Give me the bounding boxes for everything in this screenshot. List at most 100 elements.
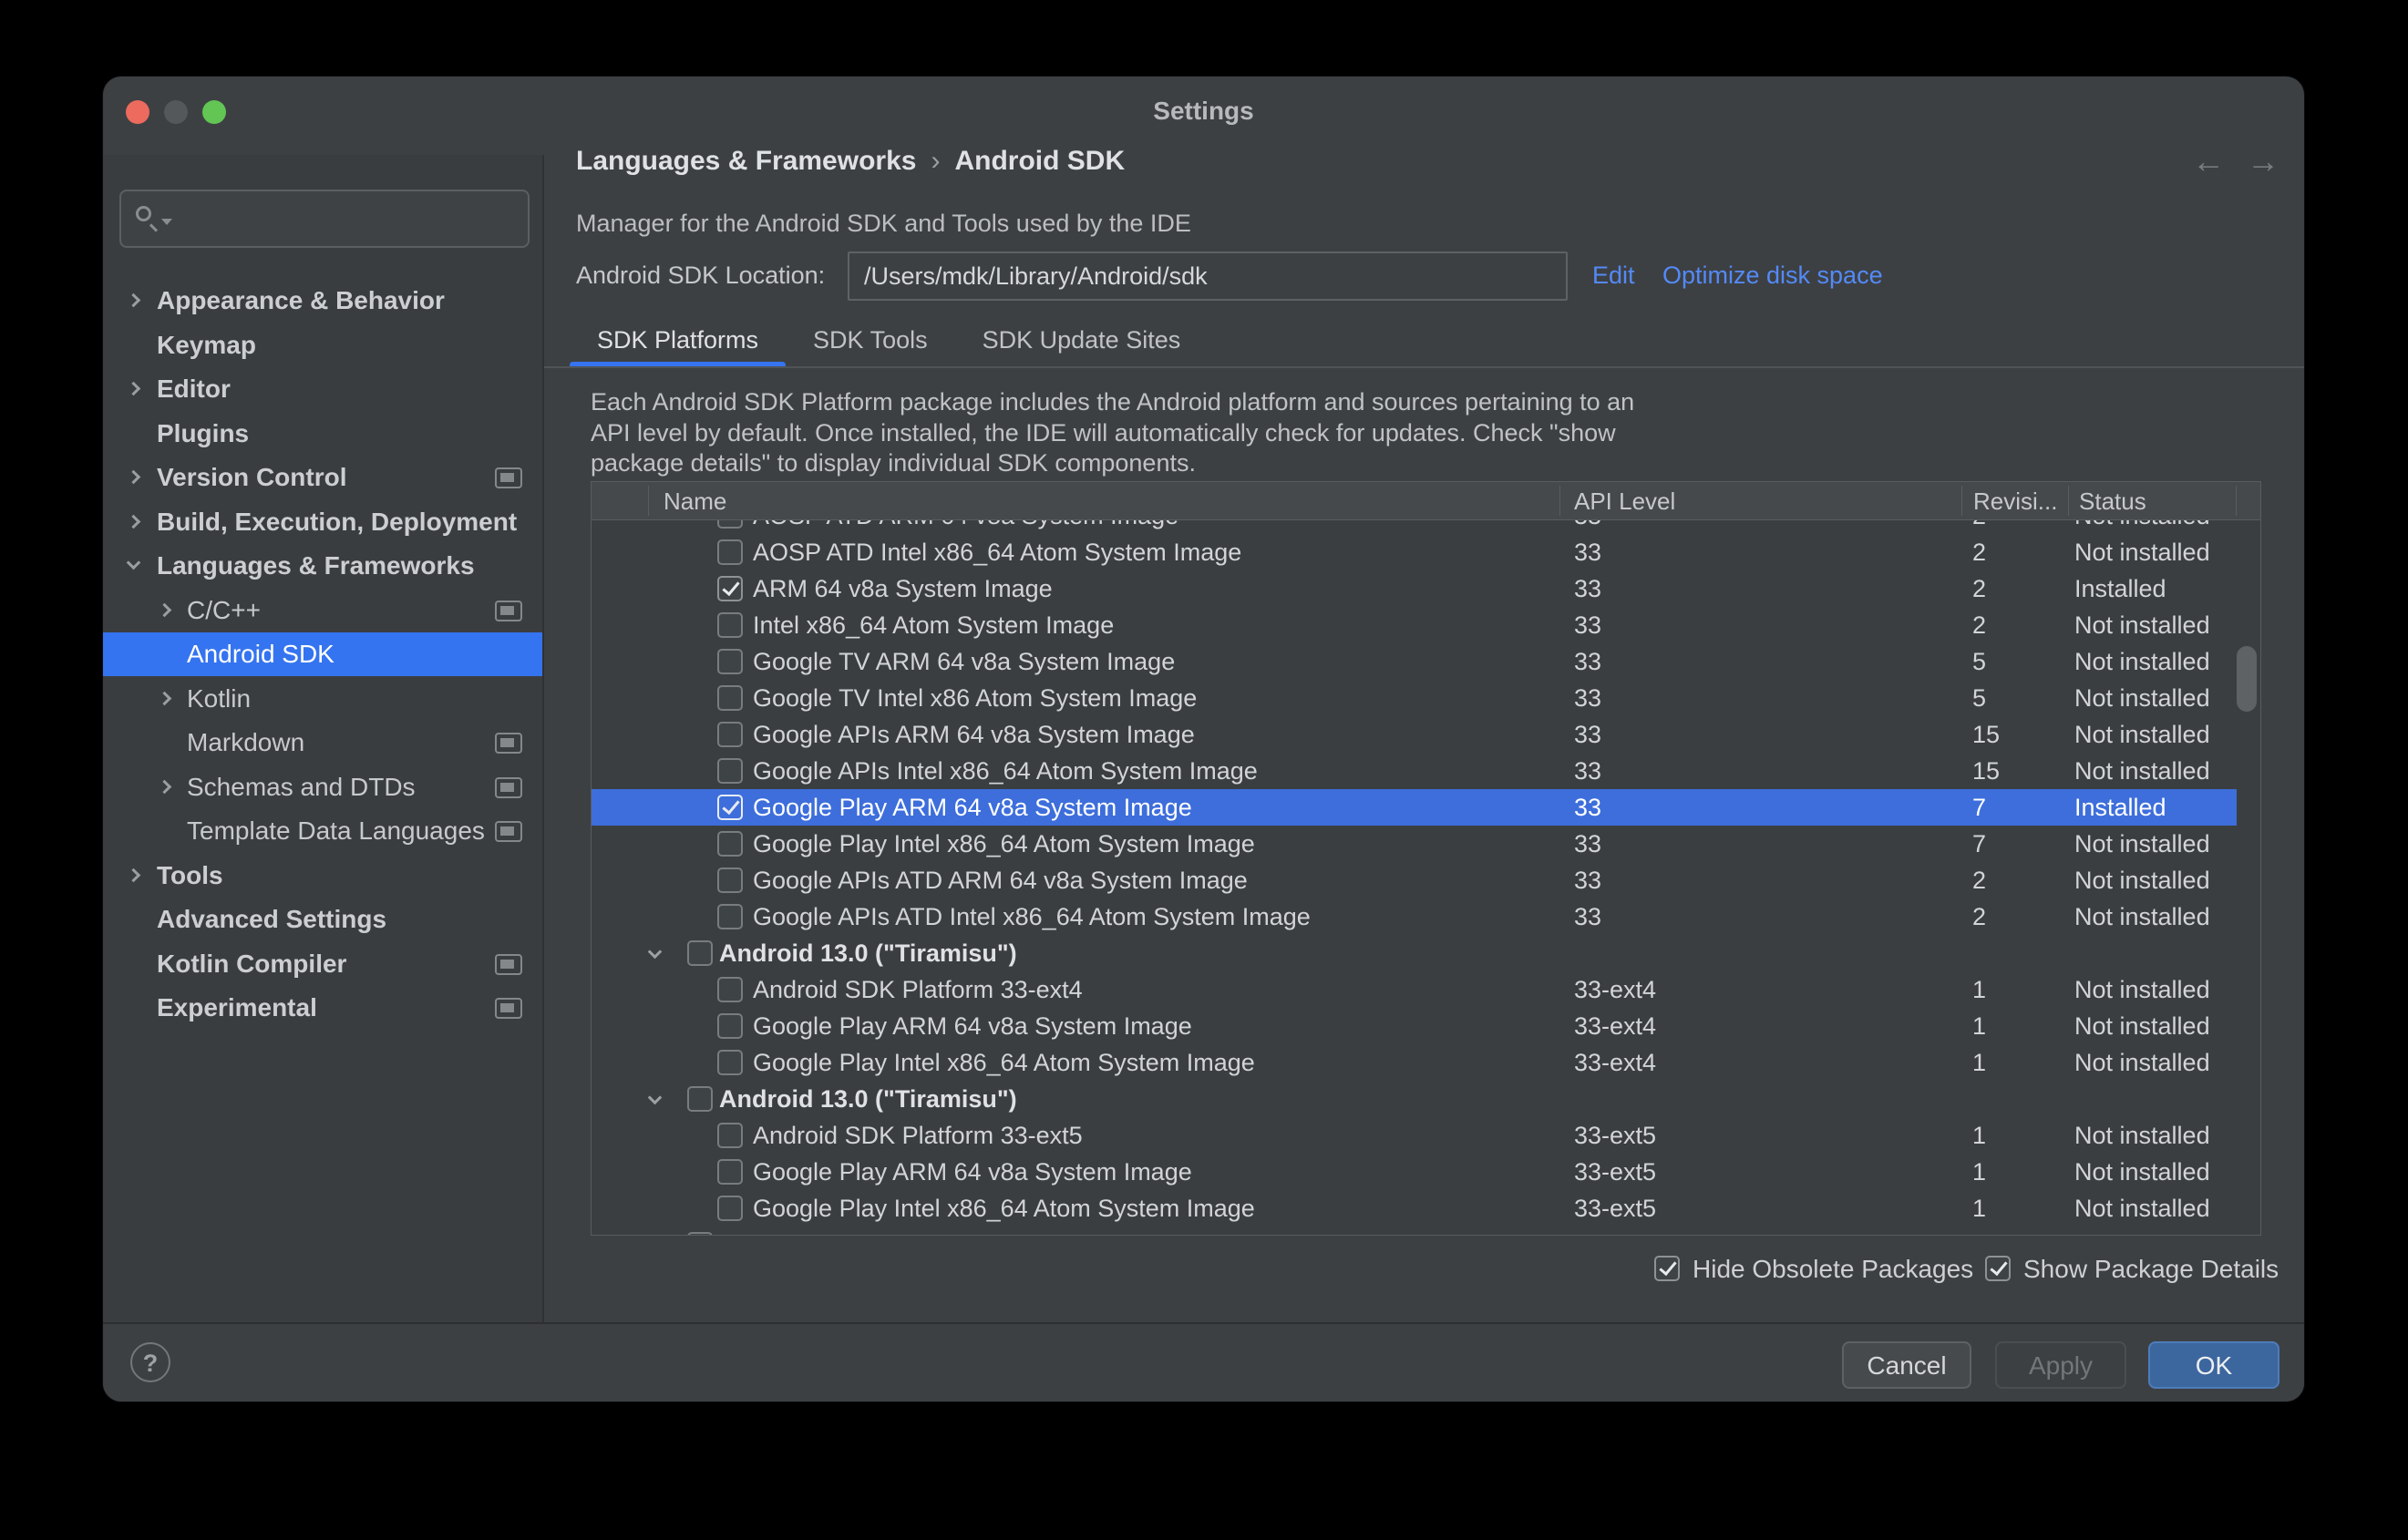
column-header-api-level[interactable]: API Level (1574, 482, 1675, 520)
table-row[interactable]: Google TV ARM 64 v8a System Image335Not … (592, 643, 2237, 680)
sidebar-item-experimental[interactable]: Experimental (103, 986, 542, 1030)
back-icon[interactable]: ← (2192, 142, 2225, 180)
settings-search[interactable] (119, 190, 530, 248)
edit-sdk-location-link[interactable]: Edit (1592, 262, 1635, 290)
table-row[interactable]: Google Play ARM 64 v8a System Image33-ex… (592, 1008, 2237, 1044)
table-row[interactable]: Intel x86_64 Atom System Image332Not ins… (592, 607, 2237, 643)
sidebar-item-keymap[interactable]: Keymap (103, 323, 542, 367)
titlebar[interactable]: Settings (103, 77, 2304, 155)
chevron-down-icon[interactable] (127, 556, 141, 570)
table-row[interactable]: Google APIs Intel x86_64 Atom System Ima… (592, 753, 2237, 789)
chevron-right-icon[interactable] (127, 382, 141, 396)
chevron-right-icon[interactable] (127, 470, 141, 485)
hide-obsolete-packages-checkbox[interactable] (1654, 1256, 1680, 1281)
table-row[interactable]: Android 13.0 ("Tiramisu") (592, 935, 2237, 971)
chevron-right-icon[interactable] (127, 514, 141, 529)
package-revision: 15 (1972, 753, 2000, 789)
row-checkbox[interactable] (717, 831, 743, 857)
row-checkbox[interactable] (717, 904, 743, 929)
sidebar-item-build-execution-deployment[interactable]: Build, Execution, Deployment (103, 500, 542, 544)
sidebar-item-advanced-settings[interactable]: Advanced Settings (103, 898, 542, 941)
package-revision: 1 (1972, 971, 1986, 1008)
row-checkbox[interactable] (717, 539, 743, 565)
sidebar-item-markdown[interactable]: Markdown (103, 721, 542, 765)
chevron-right-icon[interactable] (127, 868, 141, 882)
optimize-disk-space-link[interactable]: Optimize disk space (1662, 262, 1883, 290)
cancel-button[interactable]: Cancel (1842, 1341, 1971, 1389)
ok-button[interactable]: OK (2148, 1341, 2279, 1389)
chevron-down-icon[interactable] (648, 1091, 663, 1105)
sidebar-item-version-control[interactable]: Version Control (103, 456, 542, 499)
package-revision: 1 (1972, 1044, 1986, 1081)
chevron-down-icon[interactable] (648, 945, 663, 960)
chevron-right-icon[interactable] (158, 691, 172, 705)
sidebar-item-template-data-languages[interactable]: Template Data Languages (103, 809, 542, 853)
breadcrumb-languages-frameworks[interactable]: Languages & Frameworks (576, 146, 916, 176)
row-checkbox[interactable] (717, 576, 743, 601)
table-row[interactable]: AOSP ATD Intel x86_64 Atom System Image3… (592, 534, 2237, 570)
sidebar-item-languages-frameworks[interactable]: Languages & Frameworks (103, 544, 542, 588)
description-line: Each Android SDK Platform package includ… (591, 387, 1634, 418)
table-scrollbar-thumb[interactable] (2237, 646, 2257, 712)
table-row[interactable] (592, 1227, 2237, 1235)
column-header-status[interactable]: Status (2079, 482, 2146, 520)
table-row[interactable]: Android 13.0 ("Tiramisu") (592, 1081, 2237, 1117)
forward-icon[interactable]: → (2247, 142, 2279, 180)
apply-button[interactable]: Apply (1995, 1341, 2126, 1389)
row-checkbox[interactable] (717, 612, 743, 638)
table-row[interactable]: Google TV Intel x86 Atom System Image335… (592, 680, 2237, 716)
sidebar-item-kotlin[interactable]: Kotlin (103, 677, 542, 721)
sidebar-item-kotlin-compiler[interactable]: Kotlin Compiler (103, 942, 542, 986)
row-checkbox[interactable] (717, 795, 743, 820)
help-button[interactable]: ? (130, 1342, 170, 1382)
table-row[interactable]: Google Play Intel x86_64 Atom System Ima… (592, 1044, 2237, 1081)
chevron-right-icon[interactable] (158, 779, 172, 794)
row-checkbox[interactable] (717, 649, 743, 674)
search-input[interactable] (180, 195, 520, 242)
sidebar-item-android-sdk[interactable]: Android SDK (103, 632, 542, 676)
table-row[interactable]: Google APIs ATD ARM 64 v8a System Image3… (592, 862, 2237, 898)
table-row[interactable]: Google Play Intel x86_64 Atom System Ima… (592, 826, 2237, 862)
search-icon (136, 206, 151, 221)
row-checkbox[interactable] (717, 722, 743, 747)
table-row[interactable]: AOSP ATD ARM 64 v8a System Image332Not i… (592, 520, 2237, 534)
table-row[interactable]: Android SDK Platform 33-ext533-ext51Not … (592, 1117, 2237, 1154)
sidebar-item-appearance-behavior[interactable]: Appearance & Behavior (103, 279, 542, 323)
tab-sdk-tools[interactable]: SDK Tools (786, 317, 955, 368)
row-checkbox[interactable] (687, 1086, 713, 1112)
sidebar-item-c-c[interactable]: C/C++ (103, 589, 542, 632)
row-checkbox[interactable] (717, 1013, 743, 1039)
row-checkbox[interactable] (717, 758, 743, 784)
column-header-name[interactable]: Name (664, 482, 726, 520)
table-row[interactable]: Google Play Intel x86_64 Atom System Ima… (592, 1190, 2237, 1227)
table-row[interactable]: Android SDK Platform 33-ext433-ext41Not … (592, 971, 2237, 1008)
table-row[interactable]: Google APIs ATD Intel x86_64 Atom System… (592, 898, 2237, 935)
package-revision: 5 (1972, 643, 1986, 680)
row-checkbox[interactable] (717, 520, 743, 529)
table-row[interactable]: ARM 64 v8a System Image332Installed (592, 570, 2237, 607)
chevron-right-icon[interactable] (127, 293, 141, 308)
row-checkbox[interactable] (717, 685, 743, 711)
row-checkbox[interactable] (717, 1050, 743, 1075)
sidebar-item-tools[interactable]: Tools (103, 854, 542, 898)
row-checkbox[interactable] (717, 868, 743, 893)
tab-sdk-update-sites[interactable]: SDK Update Sites (955, 317, 1209, 368)
row-checkbox[interactable] (687, 940, 713, 966)
column-header-revision[interactable]: Revisi... (1973, 482, 2057, 520)
row-checkbox[interactable] (717, 977, 743, 1002)
chevron-right-icon[interactable] (158, 602, 172, 617)
row-checkbox[interactable] (717, 1159, 743, 1185)
row-checkbox[interactable] (717, 1196, 743, 1221)
sidebar-item-editor[interactable]: Editor (103, 367, 542, 411)
sdk-location-input[interactable] (848, 252, 1568, 301)
row-checkbox[interactable] (717, 1123, 743, 1148)
search-options-caret-icon[interactable] (161, 219, 172, 225)
show-package-details-checkbox[interactable] (1985, 1256, 2011, 1281)
table-row[interactable]: Google Play ARM 64 v8a System Image33-ex… (592, 1154, 2237, 1190)
table-row[interactable]: Google APIs ARM 64 v8a System Image3315N… (592, 716, 2237, 753)
table-row[interactable]: Google Play ARM 64 v8a System Image337In… (592, 789, 2237, 826)
sidebar-item-schemas-and-dtds[interactable]: Schemas and DTDs (103, 765, 542, 809)
sidebar-item-plugins[interactable]: Plugins (103, 412, 542, 456)
tab-sdk-platforms[interactable]: SDK Platforms (570, 317, 786, 368)
row-checkbox[interactable] (687, 1232, 713, 1235)
